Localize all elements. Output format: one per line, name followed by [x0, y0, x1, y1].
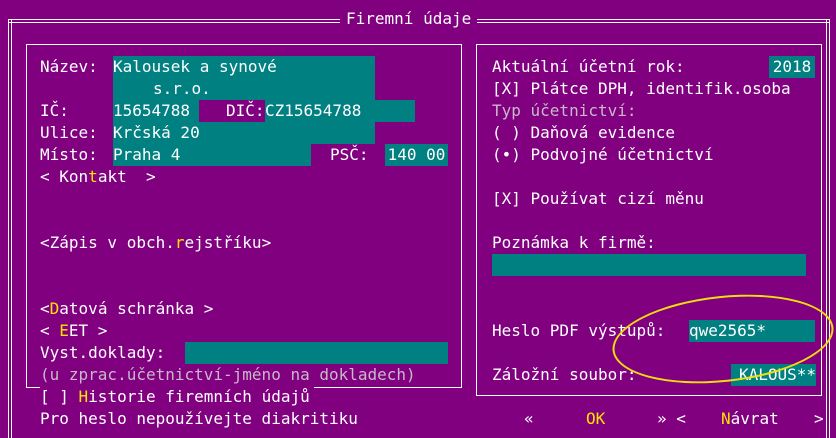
- ok-button[interactable]: OK: [586, 408, 605, 430]
- dic-value: CZ15654788: [265, 101, 362, 120]
- ulice-label: Ulice:: [40, 123, 98, 142]
- kontakt-button[interactable]: < Kontakt >: [40, 166, 156, 188]
- vyst-doklady-field[interactable]: [185, 342, 448, 364]
- psc-value: 140 00: [387, 145, 446, 164]
- podvojne-ucetnictvi-radio[interactable]: (•) Podvojné účetnictví: [492, 144, 714, 166]
- nazev-label: Název:: [40, 57, 98, 76]
- poznamka-label: Poznámka k firmě:: [492, 233, 656, 252]
- ulice-value: Krčská 20: [113, 123, 200, 142]
- footer-hint: Pro heslo nepoužívejte diakritiku: [40, 409, 358, 428]
- rok-label: Aktuální účetní rok:: [492, 57, 685, 76]
- window-title: Firemní údaje: [340, 8, 478, 30]
- rok-field[interactable]: 2018: [769, 56, 815, 78]
- vyst-doklady-label: Vyst.doklady:: [40, 343, 166, 362]
- nazev-field[interactable]: Kalousek a synové: [113, 56, 375, 78]
- dic-label: DIČ:: [226, 101, 265, 120]
- window-frame-right: [826, 19, 830, 438]
- eet-button[interactable]: < EET >: [40, 320, 107, 342]
- zalozni-soubor-label: Záložní soubor:: [492, 365, 637, 384]
- danova-evidence-radio[interactable]: ( ) Daňová evidence: [492, 122, 675, 144]
- ic-label: IČ:: [40, 101, 69, 120]
- misto-value: Praha 4: [113, 145, 181, 164]
- platce-dph-checkbox[interactable]: [X] Plátce DPH, identifik.osoba: [492, 78, 791, 100]
- poznamka-field[interactable]: [492, 254, 806, 276]
- ic-field[interactable]: 15654788: [113, 100, 199, 122]
- historie-checkbox[interactable]: [ ] Historie firemních údajů: [40, 386, 314, 408]
- ic-value: 15654788: [113, 101, 191, 120]
- misto-label: Místo:: [40, 145, 98, 164]
- psc-field[interactable]: 140 00: [385, 144, 448, 166]
- next-button[interactable]: » <: [657, 408, 686, 430]
- navrat-end: >: [814, 409, 824, 428]
- typ-ucetnictvi-label: Typ účetnictví:: [492, 101, 637, 120]
- ulice-field[interactable]: Krčská 20: [113, 122, 375, 144]
- dic-field[interactable]: CZ15654788: [265, 100, 415, 122]
- nazev-line1: Kalousek a synové: [113, 57, 277, 76]
- prev-button[interactable]: «: [524, 408, 534, 430]
- nazev-line2: s.r.o.: [153, 79, 211, 98]
- psc-label: PSČ:: [330, 145, 369, 164]
- datova-schranka-button[interactable]: <Datová schránka >: [40, 298, 213, 320]
- nazev-field-line2[interactable]: s.r.o.: [113, 78, 375, 100]
- vyst-doklady-note: (u zprac.účetnictví-jméno na dokladech): [40, 365, 416, 384]
- cizi-mena-checkbox[interactable]: [X] Používat cizí měnu: [492, 188, 704, 210]
- zapis-rejstrik-button[interactable]: <Zápis v obch.rejstříku>: [40, 232, 271, 254]
- misto-field[interactable]: Praha 4: [113, 144, 311, 166]
- navrat-button[interactable]: Návrat: [721, 408, 779, 430]
- rok-value: 2018: [772, 57, 812, 76]
- window-frame-left: [8, 19, 12, 438]
